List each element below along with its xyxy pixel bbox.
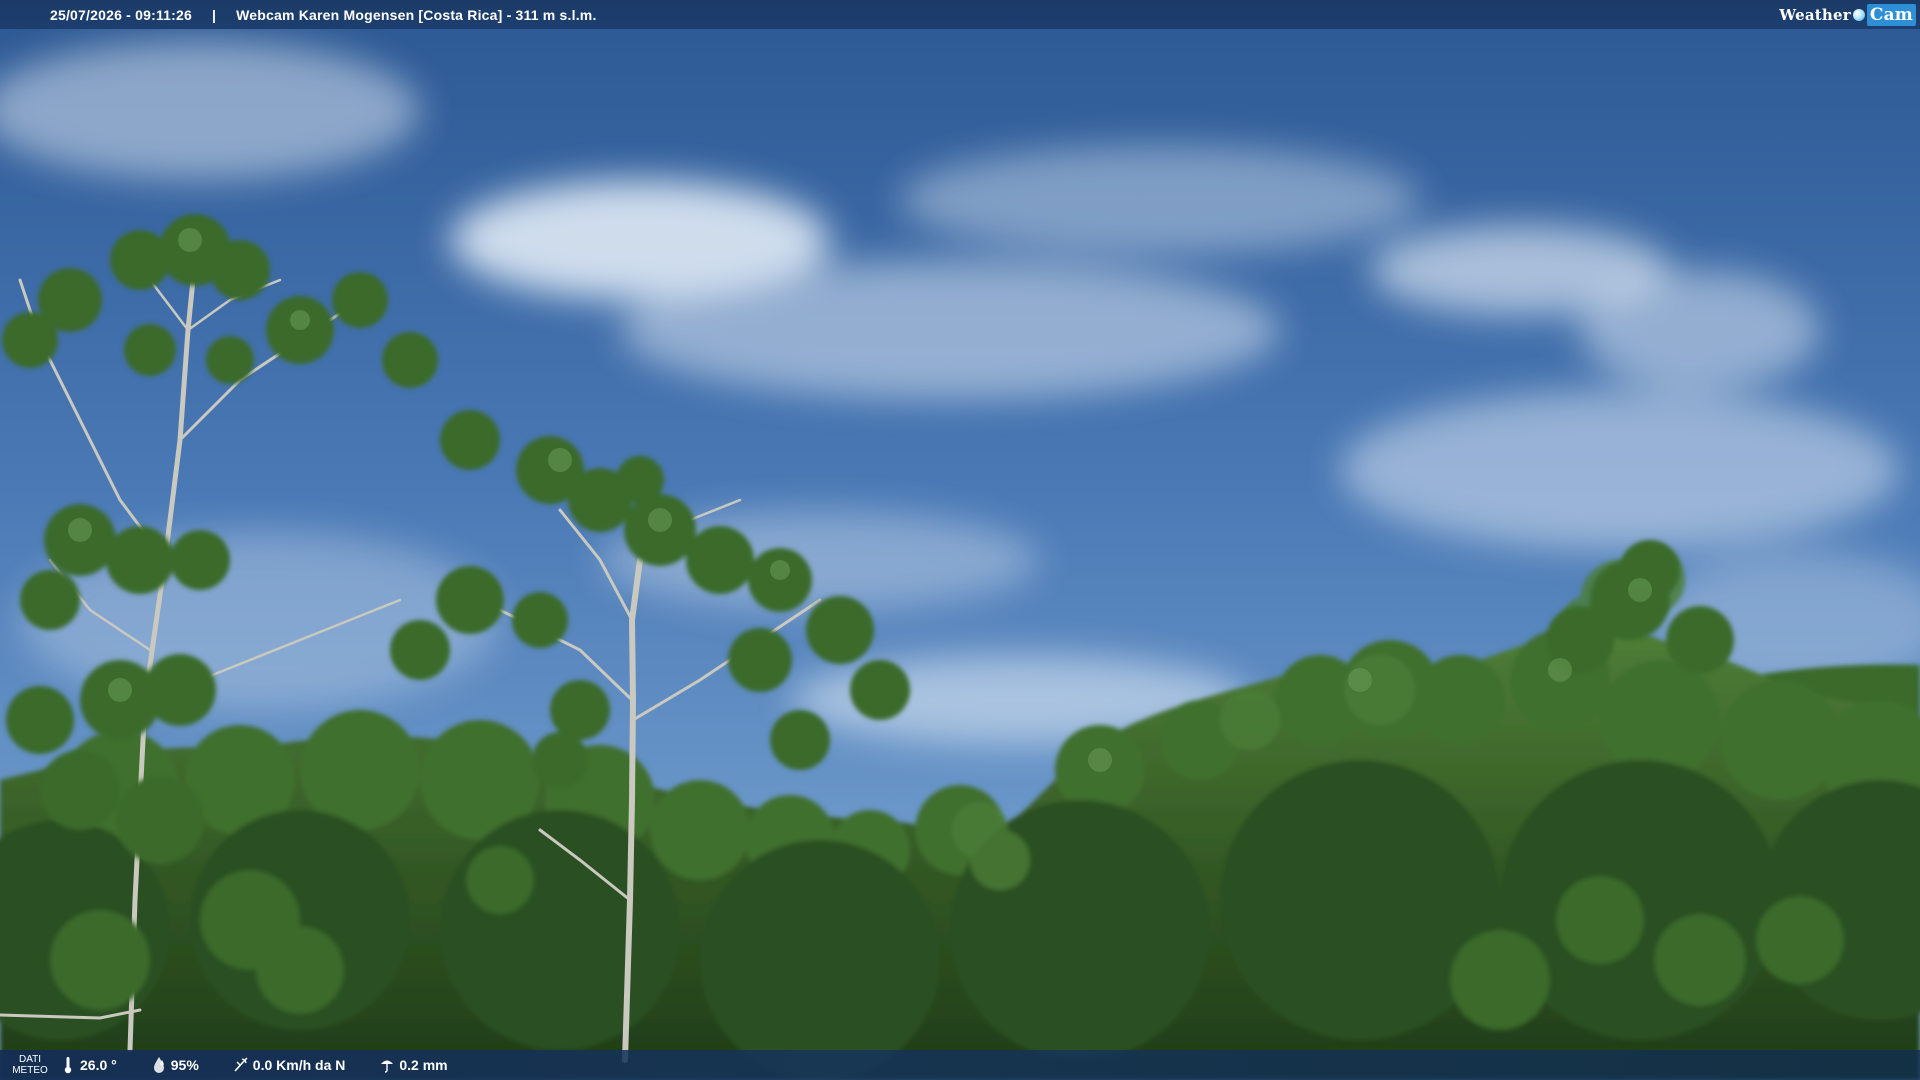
humidity-drop-icon — [153, 1057, 164, 1073]
logo-cam: Cam — [1866, 3, 1916, 26]
humidity-value: 95% — [170, 1057, 199, 1073]
rain-metric: 0.2 mm — [379, 1056, 448, 1074]
webcam-scene — [0, 0, 1920, 1080]
rain-icon — [381, 1060, 394, 1073]
webcam-title: Webcam Karen Mogensen [Costa Rica] - 311… — [236, 6, 597, 23]
wind-metric: 0.0 Km/h da N — [233, 1056, 346, 1074]
temperature-metric: 26.0 ° — [60, 1056, 117, 1074]
rain-value: 0.2 mm — [399, 1057, 448, 1073]
top-info-bar: 25/07/2026 - 09:11:26 | Webcam Karen Mog… — [0, 0, 1920, 29]
humidity-metric: 95% — [151, 1056, 199, 1074]
dati-label: DATI — [18, 1054, 42, 1065]
separator: | — [211, 6, 217, 23]
wind-value: 0.0 Km/h da N — [252, 1057, 346, 1073]
datetime: 25/07/2026 - 09:11:26 — [50, 6, 192, 23]
thermometer-icon — [64, 1057, 72, 1074]
logo-globe-icon — [1852, 8, 1865, 21]
logo-word: Weather — [1779, 5, 1851, 24]
weathercam-logo: Weather Cam — [1779, 0, 1920, 29]
temperature-value: 26.0 ° — [80, 1057, 117, 1073]
wind-icon — [234, 1057, 248, 1072]
meteo-label: METEO — [12, 1065, 48, 1076]
weather-data-bar: DATI METEO 26.0 ° 95% 0.0 Km/h da N 0.2 … — [0, 1050, 1920, 1080]
dati-meteo-label: DATI METEO — [0, 1054, 60, 1076]
